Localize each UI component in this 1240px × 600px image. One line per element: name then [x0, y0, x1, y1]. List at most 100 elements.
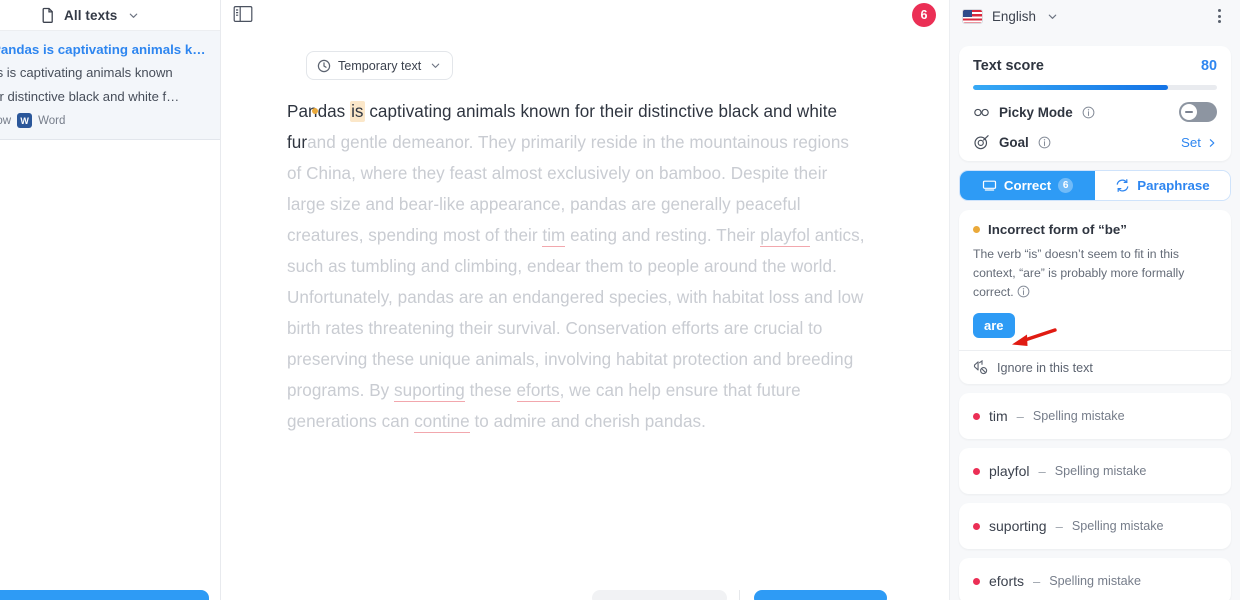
notification-badge[interactable]: 6 — [912, 3, 936, 27]
text-score-row: Text score 80 — [973, 58, 1217, 74]
issue-type: Spelling mistake — [1049, 574, 1141, 588]
picky-mode-label: Picky Mode — [999, 104, 1073, 120]
annotation-arrow — [1012, 328, 1057, 346]
issue-dash: – — [1033, 573, 1041, 589]
suggestion-body: Incorrect form of “be” The verb “is” doe… — [959, 210, 1231, 350]
language-label: English — [992, 8, 1036, 24]
issue-word: suporting — [989, 518, 1047, 534]
highlighted-error-word[interactable]: is — [350, 101, 365, 122]
doc-rest-4: these — [464, 381, 517, 400]
chevron-down-icon[interactable] — [1045, 11, 1058, 22]
text-item-title: Pandas is captivating animals k… — [0, 42, 206, 57]
picky-mode-toggle[interactable] — [1179, 102, 1217, 122]
suggestion-severity-dot — [973, 226, 980, 233]
doc-rest-6: to admire and cherish pandas. — [469, 412, 706, 431]
temporary-text-pill[interactable]: Temporary text — [306, 51, 454, 80]
text-item-timestamp: now — [0, 114, 12, 127]
info-icon[interactable] — [1082, 106, 1095, 119]
issue-type: Spelling mistake — [1071, 519, 1164, 533]
assistant-panel: English Text score 80 Picky Mode Goal Se… — [949, 0, 1240, 600]
issue-severity-dot — [973, 522, 980, 530]
editor-button-divider — [739, 590, 740, 600]
text-item-snippet-line-1: das is captivating animals known — [0, 65, 173, 80]
misspelling-eforts[interactable]: eforts — [516, 381, 560, 402]
word-doc-icon: W — [17, 113, 33, 128]
chevron-down-icon[interactable] — [126, 10, 139, 21]
goal-set-label: Set — [1181, 135, 1201, 150]
chevron-down-icon[interactable] — [428, 60, 441, 71]
sidebar-primary-button[interactable] — [0, 590, 209, 600]
tab-correct-count: 6 — [1058, 178, 1074, 193]
text-score-card: Text score 80 Picky Mode Goal Set — [959, 46, 1231, 161]
document-paragraph[interactable]: Pandas is captivating animals known for … — [287, 96, 867, 437]
suggestion-title-row: Incorrect form of “be” — [973, 222, 1217, 237]
suggestion-card: Incorrect form of “be” The verb “is” doe… — [959, 210, 1231, 384]
misspelling-playfol[interactable]: playfol — [760, 226, 810, 247]
us-flag-icon — [962, 8, 983, 24]
suggestion-description: The verb “is” doesn’t seem to fit in thi… — [973, 247, 1185, 299]
document-editor: Temporary text Pandas is captivating ani… — [221, 0, 949, 600]
editor-primary-button[interactable] — [754, 590, 887, 600]
editor-secondary-button[interactable] — [592, 590, 727, 600]
clock-icon — [317, 59, 331, 73]
text-item-meta: now W Word — [0, 108, 220, 128]
assistant-panel-header: English — [950, 0, 1240, 32]
goal-label: Goal — [999, 135, 1029, 150]
paragraph-bullet — [312, 108, 318, 114]
document-body[interactable]: Pandas is captivating animals known for … — [287, 96, 929, 437]
suggestion-title: Incorrect form of “be” — [988, 222, 1127, 237]
text-item-source-label: Word — [38, 114, 66, 127]
doc-rest-3: antics, such as tumbling and climbing, e… — [287, 226, 865, 400]
correct-icon — [982, 178, 997, 193]
tab-correct[interactable]: Correct 6 — [960, 171, 1095, 200]
issue-dash: – — [1016, 408, 1024, 424]
issue-severity-dot — [973, 467, 980, 475]
tab-paraphrase[interactable]: Paraphrase — [1095, 171, 1230, 200]
sidebar-header: All texts — [0, 0, 220, 31]
sidebar-toggle-icon[interactable] — [233, 5, 253, 23]
temporary-text-label: Temporary text — [338, 58, 422, 73]
issue-severity-dot — [973, 577, 980, 585]
chevron-right-icon — [1207, 138, 1217, 148]
picky-mode-row[interactable]: Picky Mode — [973, 90, 1217, 122]
issue-type: Spelling mistake — [1032, 409, 1125, 423]
issue-word: tim — [989, 408, 1008, 424]
misspelling-contine[interactable]: contine — [414, 412, 470, 433]
issue-item-suporting[interactable]: suporting – Spelling mistake — [959, 503, 1231, 549]
text-list-item[interactable]: Pandas is captivating animals k… das is … — [0, 31, 220, 140]
text-score-value: 80 — [1200, 58, 1217, 74]
issue-severity-dot — [973, 412, 980, 420]
issue-item-playfol[interactable]: playfol – Spelling mistake — [959, 448, 1231, 494]
assistant-tabs: Correct 6 Paraphrase — [959, 170, 1231, 201]
issue-item-tim[interactable]: tim – Spelling mistake — [959, 393, 1231, 439]
misspelling-tim[interactable]: tim — [542, 226, 566, 247]
grammar-checker-app: All texts Pandas is captivating animals … — [0, 0, 1240, 600]
tab-paraphrase-label: Paraphrase — [1137, 178, 1210, 193]
doc-rest-2: eating and resting. Their — [565, 226, 761, 245]
issue-type: Spelling mistake — [1054, 464, 1147, 478]
kebab-menu-icon[interactable] — [1210, 7, 1228, 25]
ignore-icon — [973, 360, 988, 375]
issue-dash: – — [1055, 518, 1063, 534]
misspelling-suporting[interactable]: suporting — [394, 381, 465, 402]
goal-row[interactable]: Goal Set — [973, 122, 1217, 151]
info-icon[interactable] — [1038, 136, 1051, 149]
tab-correct-label: Correct — [1003, 178, 1052, 193]
info-icon[interactable] — [1017, 285, 1030, 298]
issue-word: playfol — [989, 463, 1030, 479]
issue-item-eforts[interactable]: eforts – Spelling mistake — [959, 558, 1231, 600]
texts-sidebar: All texts Pandas is captivating animals … — [0, 0, 221, 600]
doc-lead-before: Pandas — [287, 102, 351, 121]
text-score-label: Text score — [973, 58, 1044, 74]
suggestion-description-row: The verb “is” doesn’t seem to fit in thi… — [973, 245, 1217, 302]
document-icon — [41, 7, 55, 23]
goal-set-link[interactable]: Set — [1181, 135, 1217, 150]
text-item-snippet-line-2: heir distinctive black and white f… — [0, 89, 180, 104]
issue-dash: – — [1038, 463, 1046, 479]
target-icon — [973, 134, 990, 151]
paraphrase-icon — [1115, 178, 1130, 193]
picky-mode-icon — [973, 104, 990, 121]
ignore-suggestion-row[interactable]: Ignore in this text — [959, 350, 1231, 384]
ignore-label: Ignore in this text — [997, 360, 1093, 375]
sidebar-header-title: All texts — [64, 7, 118, 23]
